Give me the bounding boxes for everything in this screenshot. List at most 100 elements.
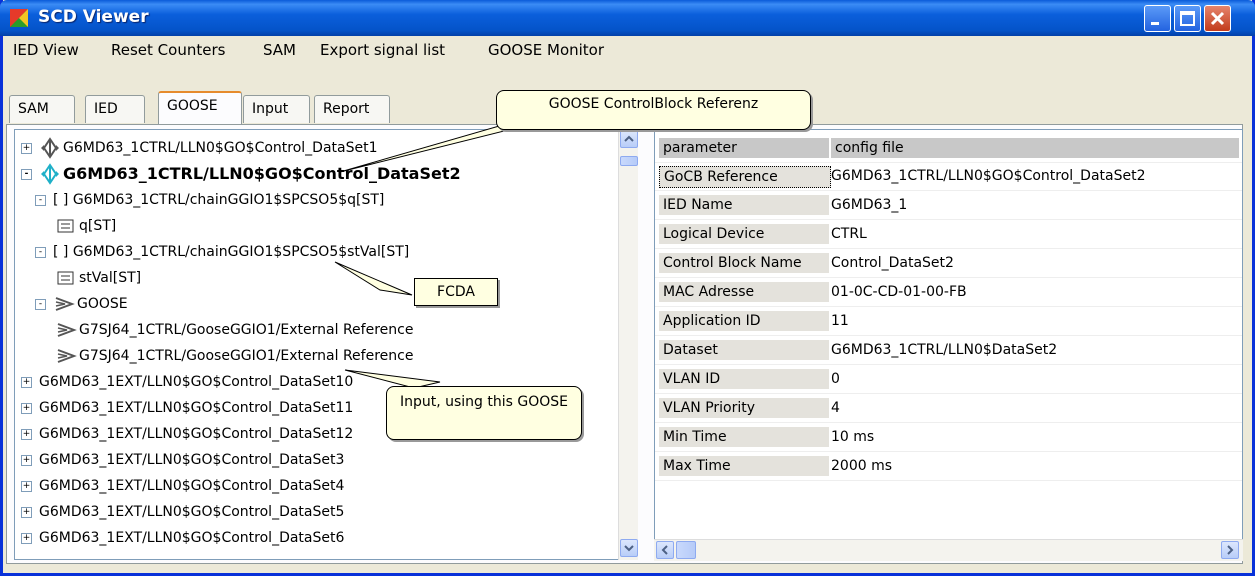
grid-row-parameter-label: Dataset	[663, 342, 718, 358]
minimize-button[interactable]	[1144, 5, 1171, 32]
scroll-left-button[interactable]	[656, 541, 674, 559]
grid-row-parameter-label: VLAN ID	[663, 371, 721, 387]
grid-row[interactable]: Dataset G6MD63_1CTRL/LLN0$DataSet2	[655, 336, 1242, 365]
grid-row[interactable]: Logical Device CTRL	[655, 220, 1242, 249]
grid-row[interactable]: Max Time 2000 ms	[655, 452, 1242, 481]
grid-row-value[interactable]: 4	[831, 398, 840, 418]
grid-row[interactable]: Min Time 10 ms	[655, 423, 1242, 452]
grid-row[interactable]: MAC Adresse 01-0C-CD-01-00-FB	[655, 278, 1242, 307]
grid-row-value[interactable]: 11	[831, 311, 849, 331]
goose-input-icon	[55, 297, 75, 311]
input-callout: Input, using this GOOSE	[386, 386, 582, 440]
menu-ied-view[interactable]: IED View	[13, 41, 79, 59]
grid-row-value[interactable]: 10 ms	[831, 427, 874, 447]
grid-row-value[interactable]: 2000 ms	[831, 456, 892, 476]
grid-row-value[interactable]: CTRL	[831, 224, 867, 244]
collapse-icon[interactable]: -	[35, 195, 46, 206]
tab-report[interactable]: Report	[314, 95, 390, 123]
grid-row-parameter-label: IED Name	[663, 197, 733, 213]
expand-icon[interactable]: +	[21, 429, 32, 440]
grid-row-parameter: Min Time	[659, 427, 829, 447]
grid-row-parameter: MAC Adresse	[659, 282, 829, 302]
menu-goose-monitor[interactable]: GOOSE Monitor	[488, 41, 604, 59]
grid-row-parameter-label: MAC Adresse	[663, 284, 755, 300]
fcda-callout: FCDA	[414, 278, 498, 306]
tree-item-label: GOOSE	[77, 296, 128, 312]
grid-row-parameter-label: Logical Device	[663, 226, 765, 242]
grid-row-value[interactable]: G6MD63_1CTRL/LLN0$DataSet2	[831, 340, 1057, 360]
grid-row-value[interactable]: G6MD63_1CTRL/LLN0$GO$Control_DataSet2	[831, 166, 1146, 186]
tree-item-label: G6MD63_1EXT/LLN0$GO$Control_DataSet6	[39, 530, 345, 546]
tree-item-label: G6MD63_1CTRL/LLN0$GO$Control_DataSet2	[63, 164, 461, 183]
collapse-icon[interactable]: -	[35, 247, 46, 258]
tab-sam[interactable]: SAM	[9, 95, 75, 123]
tree-vertical-scrollbar[interactable]	[618, 129, 638, 560]
grid-row-parameter-label: Max Time	[663, 458, 731, 474]
expand-icon[interactable]: +	[21, 377, 32, 388]
grid-row-value[interactable]: 0	[831, 369, 840, 389]
grid-row-parameter-label: Control Block Name	[663, 255, 802, 271]
grid-row-parameter: Logical Device	[659, 224, 829, 244]
expand-icon[interactable]: +	[21, 143, 32, 154]
chevron-down-icon	[624, 545, 634, 552]
grid-row[interactable]: VLAN ID 0	[655, 365, 1242, 394]
grid-row-parameter: Max Time	[659, 456, 829, 476]
close-icon	[1210, 11, 1225, 26]
chevron-right-icon	[1227, 545, 1234, 555]
tab-ied[interactable]: IED	[85, 95, 145, 123]
title-bar[interactable]: SCD Viewer	[0, 0, 1255, 36]
tree-item-label: G7SJ64_1CTRL/GooseGGIO1/External Referen…	[79, 348, 414, 364]
grid-row[interactable]: Control Block Name Control_DataSet2	[655, 249, 1242, 278]
chevron-up-icon	[624, 135, 634, 142]
menu-sam[interactable]: SAM	[263, 41, 296, 59]
tree-item-label: [ ] G6MD63_1CTRL/chainGGIO1$SPCSO5$q[ST]	[53, 192, 385, 208]
minimize-icon	[1151, 22, 1159, 25]
grid-row-parameter: Application ID	[659, 311, 829, 331]
grid-header-row: parameter config file	[655, 134, 1242, 163]
grid-header-parameter[interactable]: parameter	[659, 138, 829, 158]
menu-reset-counters[interactable]: Reset Counters	[111, 41, 225, 59]
grid-horizontal-scrollbar[interactable]	[654, 539, 1243, 561]
hscroll-thumb[interactable]	[676, 541, 696, 559]
window-title: SCD Viewer	[38, 7, 149, 27]
scroll-thumb[interactable]	[620, 156, 638, 166]
scroll-down-button[interactable]	[620, 539, 638, 557]
grid-header-config-file[interactable]: config file	[831, 138, 1239, 158]
tree-item-label: G6MD63_1EXT/LLN0$GO$Control_DataSet11	[39, 400, 354, 416]
tree-item-label: [ ] G6MD63_1CTRL/chainGGIO1$SPCSO5$stVal…	[53, 244, 410, 260]
grid-row-value[interactable]: Control_DataSet2	[831, 253, 954, 273]
scroll-up-button[interactable]	[620, 130, 638, 148]
grid-row[interactable]: VLAN Priority 4	[655, 394, 1242, 423]
goose-cb-icon	[41, 137, 59, 159]
collapse-icon[interactable]: -	[35, 299, 46, 310]
grid-row-parameter-label: Min Time	[663, 429, 727, 445]
maximize-button[interactable]	[1174, 5, 1201, 32]
grid-row-value[interactable]: G6MD63_1	[831, 195, 907, 215]
expand-icon[interactable]: +	[21, 507, 32, 518]
goose-tree[interactable]: + G6MD63_1CTRL/LLN0$GO$Control_DataSet1 - G…	[14, 129, 634, 560]
grid-row[interactable]: IED Name G6MD63_1	[655, 191, 1242, 220]
chevron-left-icon	[661, 545, 668, 555]
grid-row[interactable]: GoCB Reference G6MD63_1CTRL/LLN0$GO$Contr…	[655, 162, 1242, 191]
scroll-right-button[interactable]	[1221, 541, 1239, 559]
tab-goose[interactable]: GOOSE	[158, 91, 242, 124]
expand-icon[interactable]: +	[21, 455, 32, 466]
menu-export-signal-list[interactable]: Export signal list	[320, 41, 445, 59]
goose-input-icon	[57, 323, 77, 337]
expand-icon[interactable]: +	[21, 403, 32, 414]
close-button[interactable]	[1204, 5, 1231, 32]
maximize-icon	[1180, 11, 1195, 26]
tree-item-label: q[ST]	[79, 218, 117, 234]
tab-input[interactable]: Input	[243, 95, 310, 123]
grid-row-parameter-label: Application ID	[663, 313, 761, 329]
grid-row-value[interactable]: 01-0C-CD-01-00-FB	[831, 282, 967, 302]
grid-row-parameter: IED Name	[659, 195, 829, 215]
grid-row-parameter-label: VLAN Priority	[663, 400, 756, 416]
attribute-icon	[57, 219, 74, 233]
grid-row-parameter: Control Block Name	[659, 253, 829, 273]
expand-icon[interactable]: +	[21, 481, 32, 492]
tree-item-label: G6MD63_1EXT/LLN0$GO$Control_DataSet5	[39, 504, 345, 520]
expand-icon[interactable]: +	[21, 533, 32, 544]
collapse-icon[interactable]: -	[21, 169, 32, 180]
grid-row[interactable]: Application ID 11	[655, 307, 1242, 336]
